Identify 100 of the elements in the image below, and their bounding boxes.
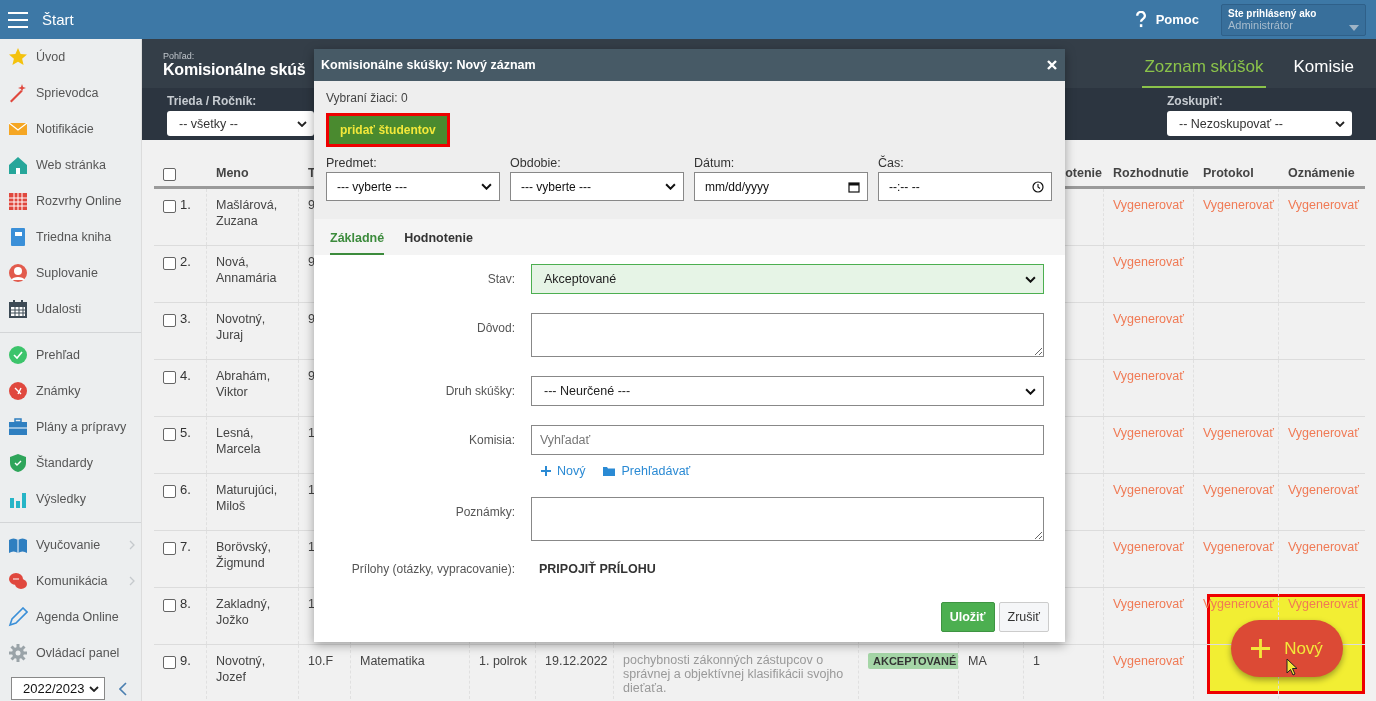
field-label: Predmet:: [326, 156, 378, 170]
gear-icon: [8, 643, 28, 663]
select-field[interactable]: --- vyberte ---: [326, 172, 500, 201]
filter-label: Zoskupiť:: [1167, 94, 1224, 108]
chevron-down-icon: [1335, 120, 1345, 127]
row-number: 1.: [180, 197, 191, 212]
text-area[interactable]: [531, 313, 1044, 357]
folder-icon: [603, 466, 616, 476]
status-badge: AKCEPTOVANÉ: [868, 653, 958, 669]
calendar-icon: [848, 180, 860, 193]
row-checkbox[interactable]: [163, 542, 176, 555]
student-name: Nová, Annamária: [216, 255, 277, 285]
add-students-button[interactable]: pridať študentov: [326, 113, 450, 147]
sidebar-item[interactable]: Sprievodca: [0, 75, 141, 111]
sidebar-item[interactable]: Úvod: [0, 39, 141, 75]
select-field[interactable]: --- vyberte ---: [510, 172, 684, 201]
dialog-tab[interactable]: Základné: [330, 231, 385, 255]
chevron-down-icon: [1025, 387, 1036, 395]
sidebar-item[interactable]: Rozvrhy Online: [0, 183, 141, 219]
sidebar-item[interactable]: Suplovanie: [0, 255, 141, 291]
dialog-tab[interactable]: Hodnotenie: [404, 231, 473, 255]
class-cell: 1: [308, 426, 315, 440]
house-icon: [8, 155, 28, 175]
class-cell: 9: [308, 369, 315, 383]
sidebar-item[interactable]: Web stránka: [0, 147, 141, 183]
class-cell: 1: [308, 483, 315, 497]
user-caption: Ste prihlásený ako: [1228, 8, 1318, 19]
sidebar-item[interactable]: Štandardy: [0, 445, 141, 481]
row-number: 9.: [180, 653, 191, 668]
close-icon[interactable]: [1047, 60, 1057, 70]
class-cell: 9: [308, 312, 315, 326]
sidebar-item[interactable]: Komunikácia: [0, 563, 141, 599]
row-number: 8.: [180, 596, 191, 611]
field-label: Dátum:: [694, 156, 736, 170]
row-checkbox[interactable]: [163, 257, 176, 270]
chevron-down-icon: [481, 183, 492, 190]
field-label: Obdobie:: [510, 156, 562, 170]
menu-icon[interactable]: [8, 11, 28, 28]
cancel-button[interactable]: Zrušiť: [998, 602, 1049, 632]
row-number: 4.: [180, 368, 191, 383]
student-name: Lesná, Marcela: [216, 426, 261, 456]
collapse-icon[interactable]: [119, 681, 127, 696]
row-checkbox[interactable]: [163, 371, 176, 384]
sidebar-item[interactable]: Výsledky: [0, 481, 141, 517]
check-circle-icon: [8, 345, 28, 365]
column-header[interactable]: otenie: [1065, 166, 1102, 180]
dialog-link[interactable]: Nový: [541, 464, 586, 478]
sidebar-item[interactable]: Vyučovanie: [0, 527, 141, 563]
sidebar-item[interactable]: Ovládací panel: [0, 635, 141, 671]
row-checkbox[interactable]: [163, 656, 176, 669]
grid-calendar-icon: [8, 191, 28, 211]
class-cell: 1: [308, 540, 315, 554]
help-icon[interactable]: [1134, 11, 1147, 28]
form-label: Komisia:: [468, 432, 515, 447]
date-cell: 19.12.2022: [545, 654, 608, 668]
cursor-icon: [1286, 658, 1298, 676]
column-header[interactable]: Protokol: [1203, 166, 1254, 180]
attach-link[interactable]: PRIPOJIŤ PRÍLOHU: [531, 560, 664, 578]
sidebar-item[interactable]: Prehľad: [0, 337, 141, 373]
text-area[interactable]: [531, 497, 1044, 541]
plus-icon: [1251, 639, 1271, 658]
column-header[interactable]: Meno: [216, 166, 249, 180]
student-name: Maturujúci, Miloš: [216, 483, 278, 513]
column-header[interactable]: T: [308, 166, 316, 180]
chevron-down-icon: [665, 183, 676, 190]
plus-icon: [541, 466, 551, 476]
select-all-checkbox[interactable]: [163, 168, 176, 181]
date-field[interactable]: mm/dd/yyyy: [694, 172, 868, 201]
magic-wand-icon: [8, 83, 28, 103]
student-name: Novotný, Jozef: [216, 654, 266, 684]
help-link[interactable]: Pomoc: [1155, 12, 1199, 27]
year-select[interactable]: 2022/2023: [11, 677, 105, 700]
form-label: Prílohy (otázky, vypracovanie):: [350, 561, 515, 576]
row-number: 5.: [180, 425, 191, 440]
row-checkbox[interactable]: [163, 314, 176, 327]
sidebar-item[interactable]: Udalosti: [0, 291, 141, 327]
grade-cell: 1: [1033, 654, 1040, 668]
search-field[interactable]: Vyhľadať: [531, 425, 1044, 455]
student-name: Abrahám, Viktor: [216, 369, 271, 399]
sidebar-item[interactable]: Agenda Online: [0, 599, 141, 635]
page-tab[interactable]: Komisie: [1291, 57, 1356, 88]
row-checkbox[interactable]: [163, 599, 176, 612]
filter-select[interactable]: -- Nezoskupovať --: [1167, 111, 1352, 136]
sidebar-item[interactable]: Triedna kniha: [0, 219, 141, 255]
clock-icon: [1032, 180, 1044, 193]
column-header[interactable]: Rozhodnutie: [1113, 166, 1189, 180]
person-icon: [8, 263, 28, 283]
user-menu[interactable]: Ste prihlásený ako Administrátor: [1221, 3, 1366, 36]
time-field[interactable]: --:-- --: [878, 172, 1052, 201]
row-checkbox[interactable]: [163, 200, 176, 213]
dialog-link[interactable]: Prehľadávať: [603, 464, 691, 478]
sidebar-item[interactable]: Známky: [0, 373, 141, 409]
sidebar-item[interactable]: Notifikácie: [0, 111, 141, 147]
select-field[interactable]: Akceptované: [531, 264, 1044, 294]
filter-select[interactable]: -- všetky --: [167, 111, 314, 136]
select-field[interactable]: --- Neurčené ---: [531, 376, 1044, 406]
sidebar-item[interactable]: Plány a prípravy: [0, 409, 141, 445]
row-checkbox[interactable]: [163, 485, 176, 498]
column-header[interactable]: Oznámenie: [1288, 166, 1355, 180]
row-checkbox[interactable]: [163, 428, 176, 441]
